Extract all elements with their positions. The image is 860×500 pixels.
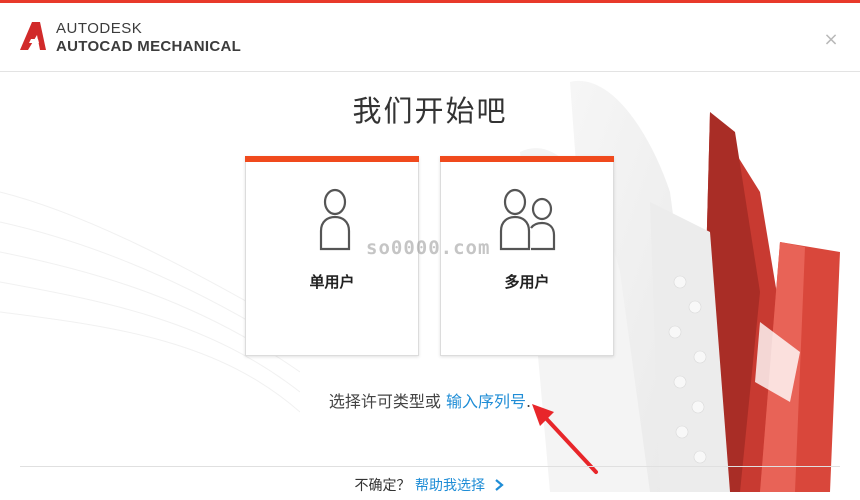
help-me-choose-link[interactable]: 帮助我选择: [415, 478, 485, 494]
license-prefix: 选择许可类型或: [328, 392, 441, 411]
annotation-arrow-icon: [532, 404, 598, 474]
footer-divider: [20, 466, 840, 467]
watermark-text: so0000.com: [366, 237, 491, 259]
app-header: AUTODESK AUTOCAD MECHANICAL ×: [0, 3, 860, 72]
page-title: 我们开始吧: [352, 94, 508, 128]
product-name: AUTOCAD MECHANICAL: [56, 38, 242, 55]
help-footer: 不确定？ 帮助我选择: [0, 475, 860, 495]
card-accent-bar: [440, 156, 614, 162]
brand-name: AUTODESK: [56, 20, 143, 37]
single-user-label: 单用户: [309, 273, 355, 291]
autodesk-a-logo-icon: [20, 22, 46, 50]
license-instructions: 选择许可类型或 输入序列号.: [0, 388, 860, 412]
multi-user-label: 多用户: [504, 273, 550, 291]
enter-serial-number-link[interactable]: 输入序列号: [446, 392, 526, 411]
help-question: 不确定？: [354, 478, 411, 494]
chevron-right-icon[interactable]: [493, 478, 505, 492]
close-icon[interactable]: ×: [822, 31, 840, 49]
card-accent-bar: [245, 156, 419, 162]
